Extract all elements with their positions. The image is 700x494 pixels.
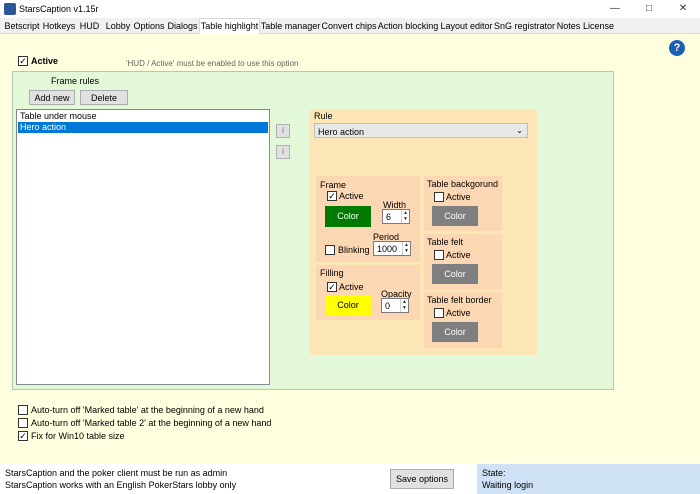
period-spinner[interactable]: 1000 ▲ ▼ xyxy=(373,241,411,256)
help-icon[interactable]: ? xyxy=(669,40,685,56)
spinner-arrows-icon[interactable]: ▲ ▼ xyxy=(402,242,410,255)
active-label: Active xyxy=(31,56,59,66)
move-up-button[interactable]: i xyxy=(276,124,290,138)
add-new-button[interactable]: Add new xyxy=(29,90,75,105)
auto-turn-off-marked-table-checkbox[interactable] xyxy=(18,405,28,415)
table-felt-active-checkbox[interactable] xyxy=(434,250,444,260)
move-down-button[interactable]: i xyxy=(276,145,290,159)
spinner-arrows-icon[interactable]: ▲ ▼ xyxy=(400,299,408,312)
opacity-value: 0 xyxy=(385,301,391,311)
rule-title: Rule xyxy=(314,111,333,121)
table-background-active-label: Active xyxy=(446,192,471,202)
tab-hud[interactable]: HUD xyxy=(76,19,103,33)
tab-hotkeys[interactable]: Hotkeys xyxy=(42,19,76,33)
app-icon xyxy=(4,3,16,15)
auto-turn-off-marked-table-2-label: Auto-turn off 'Marked table 2' at the be… xyxy=(31,418,272,428)
frame-color-button[interactable]: Color xyxy=(325,206,371,227)
frame-rules-label: Frame rules xyxy=(51,76,100,86)
list-item[interactable]: Table under mouse xyxy=(18,111,268,122)
tab-bar: Betscript Hotkeys HUD Lobby Options Dial… xyxy=(0,18,700,34)
win10-fix-label: Fix for Win10 table size xyxy=(31,431,125,441)
table-felt-active-label: Active xyxy=(446,250,471,260)
active-checkbox[interactable]: ✓ xyxy=(18,56,28,66)
filling-active-checkbox[interactable]: ✓ xyxy=(327,282,337,292)
blinking-label: Blinking xyxy=(338,245,370,255)
table-felt-border-active-checkbox[interactable] xyxy=(434,308,444,318)
minimize-icon[interactable]: — xyxy=(598,0,632,18)
rules-list[interactable]: Table under mouse Hero action xyxy=(16,109,270,385)
auto-turn-off-marked-table-label: Auto-turn off 'Marked table' at the begi… xyxy=(31,405,264,415)
tab-options[interactable]: Options xyxy=(132,19,166,33)
frame-title: Frame xyxy=(320,180,347,190)
blinking-checkbox[interactable] xyxy=(325,245,335,255)
opacity-spinner[interactable]: 0 ▲ ▼ xyxy=(381,298,409,313)
list-item[interactable]: Hero action xyxy=(18,122,268,133)
close-icon[interactable]: ✕ xyxy=(666,0,700,18)
tab-layout-editor[interactable]: Layout editor xyxy=(439,19,494,33)
tab-notes[interactable]: Notes xyxy=(555,19,582,33)
table-background-color-button[interactable]: Color xyxy=(432,206,478,226)
spinner-arrows-icon[interactable]: ▲ ▼ xyxy=(401,210,409,223)
tab-betscript[interactable]: Betscript xyxy=(2,19,42,33)
maximize-icon[interactable]: □ xyxy=(632,0,666,18)
status-bar: StarsCaption and the poker client must b… xyxy=(0,464,477,494)
table-felt-border-color-button[interactable]: Color xyxy=(432,322,478,342)
rule-select-value: Hero action xyxy=(318,127,365,137)
table-felt-title: Table felt xyxy=(427,237,464,247)
period-value: 1000 xyxy=(377,244,398,254)
win10-fix-checkbox[interactable]: ✓ xyxy=(18,431,28,441)
frame-active-checkbox[interactable]: ✓ xyxy=(327,191,337,201)
tab-table-manager[interactable]: Table manager xyxy=(260,19,321,33)
frame-width-value: 6 xyxy=(386,212,392,222)
chevron-down-icon: ⌄ xyxy=(516,126,523,135)
status-admin-message: StarsCaption and the poker client must b… xyxy=(5,468,228,478)
tab-action-blocking[interactable]: Action blocking xyxy=(377,19,439,33)
state-label: State: xyxy=(482,468,506,478)
tab-table-highlight[interactable]: Table highlight xyxy=(199,18,260,34)
rule-select[interactable]: Hero action ⌄ xyxy=(314,123,528,138)
title-bar: StarsCaption v1.15r — □ ✕ xyxy=(0,0,700,18)
table-felt-color-button[interactable]: Color xyxy=(432,264,478,284)
tab-sng-registrator[interactable]: SnG registrator xyxy=(494,19,555,33)
tab-license[interactable]: License xyxy=(582,19,615,33)
table-felt-border-active-label: Active xyxy=(446,308,471,318)
status-lobby-message: StarsCaption works with an English Poker… xyxy=(5,480,237,490)
tab-lobby[interactable]: Lobby xyxy=(104,19,132,33)
table-background-active-checkbox[interactable] xyxy=(434,192,444,202)
window-title: StarsCaption v1.15r xyxy=(19,4,99,14)
filling-active-label: Active xyxy=(339,282,364,292)
save-options-button[interactable]: Save options xyxy=(390,469,454,489)
frame-active-label: Active xyxy=(339,191,364,201)
hud-hint: 'HUD / Active' must be enabled to use th… xyxy=(126,59,299,68)
state-panel: State: Waiting login xyxy=(477,464,700,494)
tab-dialogs[interactable]: Dialogs xyxy=(166,19,199,33)
frame-width-spinner[interactable]: 6 ▲ ▼ xyxy=(382,209,410,224)
table-felt-border-title: Table felt border xyxy=(427,295,492,305)
tab-convert-chips[interactable]: Convert chips xyxy=(321,19,377,33)
state-value: Waiting login xyxy=(482,480,534,490)
filling-color-button[interactable]: Color xyxy=(325,295,371,315)
auto-turn-off-marked-table-2-checkbox[interactable] xyxy=(18,418,28,428)
table-background-title: Table backgorund xyxy=(427,179,499,189)
filling-title: Filling xyxy=(320,268,344,278)
delete-button[interactable]: Delete xyxy=(80,90,128,105)
